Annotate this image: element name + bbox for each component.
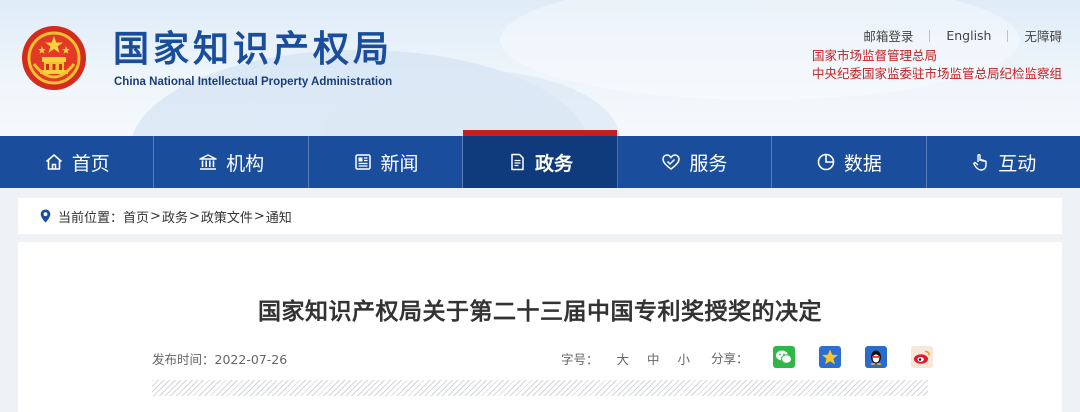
share-qq-button[interactable]	[864, 346, 887, 368]
institution-icon	[199, 154, 217, 170]
qq-penguin-icon	[870, 350, 881, 365]
national-emblem-logo	[22, 26, 86, 90]
nav-item-interact[interactable]: 互动	[927, 136, 1080, 188]
samr-link[interactable]: 国家市场监督管理总局	[812, 47, 1062, 65]
publish-info: 发布时间：2022-07-26	[152, 349, 287, 368]
mail-login-link[interactable]: 邮箱登录	[863, 26, 913, 45]
article-panel: 国家知识产权局关于第二十三届中国专利奖授奖的决定 发布时间：2022-07-26…	[18, 242, 1062, 412]
interact-hand-icon	[973, 154, 987, 171]
nav-item-label: 新闻	[380, 152, 419, 175]
font-size-controls: 字号： 大 中 小	[561, 349, 690, 368]
publish-label: 发布时间：	[152, 352, 215, 367]
article-title: 国家知识产权局关于第二十三届中国专利奖授奖的决定	[258, 299, 822, 325]
logo-title-en[interactable]: China National Intellectual Property Adm…	[114, 76, 392, 88]
breadcrumb-notices[interactable]: 通知	[266, 207, 292, 226]
accessibility-link[interactable]: 无障碍	[1024, 26, 1062, 45]
qzone-star-icon	[821, 349, 838, 365]
font-size-medium-button[interactable]: 中	[647, 349, 660, 368]
breadcrumb-home[interactable]: 首页	[123, 207, 149, 226]
nav-item-home[interactable]: 首页	[0, 136, 155, 188]
weibo-icon	[913, 350, 930, 364]
share-qzone-button[interactable]	[818, 346, 841, 368]
divider	[1007, 29, 1009, 42]
breadcrumb-policy-documents[interactable]: 政策文件	[201, 207, 253, 226]
english-link[interactable]: English	[946, 28, 991, 43]
nav-item-label: 互动	[998, 152, 1037, 175]
logo-title-cn[interactable]: 国家知识产权局	[113, 28, 393, 72]
nav-item-label: 首页	[71, 152, 110, 175]
location-pin-icon	[40, 209, 51, 223]
top-links: 邮箱登录 English 无障碍	[863, 26, 1062, 45]
font-size-label: 字号：	[561, 352, 599, 367]
breadcrumb: 当前位置： 首页 > 政务 > 政策文件 > 通知	[18, 198, 1062, 234]
nav-item-news[interactable]: 新闻	[309, 136, 464, 188]
site-header: 国家知识产权局 China National Intellectual Prop…	[0, 0, 1080, 136]
document-icon	[511, 153, 524, 171]
main-nav: 首页 机构 新闻 政务 服务 数据 互动	[0, 130, 1080, 188]
nav-item-label: 机构	[226, 152, 265, 175]
nav-item-label: 政务	[534, 152, 573, 175]
share-wechat-button[interactable]	[772, 346, 795, 368]
wechat-icon	[775, 350, 792, 364]
nav-item-data[interactable]: 数据	[772, 136, 927, 188]
publish-date: 2022-07-26	[214, 352, 288, 367]
nav-item-government-affairs[interactable]: 政务	[463, 130, 618, 188]
font-size-large-button[interactable]: 大	[617, 349, 630, 368]
hatched-divider	[152, 380, 928, 396]
nav-item-service[interactable]: 服务	[618, 136, 773, 188]
nav-item-label: 服务	[689, 152, 728, 175]
nav-item-label: 数据	[843, 152, 882, 175]
service-icon	[662, 154, 681, 170]
parent-org-links: 国家市场监督管理总局 中央纪委国家监委驻市场监管总局纪检监察组	[812, 47, 1062, 83]
share-controls: 分享：	[711, 346, 933, 368]
nav-item-institution[interactable]: 机构	[154, 136, 309, 188]
font-size-small-button[interactable]: 小	[678, 349, 691, 368]
discipline-group-link[interactable]: 中央纪委国家监委驻市场监管总局纪检监察组	[812, 65, 1062, 83]
home-icon	[45, 154, 62, 170]
breadcrumb-separator: >	[150, 208, 161, 224]
news-icon	[354, 154, 371, 170]
breadcrumb-prefix: 当前位置：	[58, 210, 124, 226]
data-pie-icon	[817, 153, 835, 171]
share-weibo-button[interactable]	[910, 346, 933, 368]
breadcrumb-separator: >	[253, 208, 265, 224]
breadcrumb-separator: >	[188, 208, 200, 224]
breadcrumb-government-affairs[interactable]: 政务	[162, 207, 188, 226]
share-label: 分享：	[711, 350, 749, 366]
divider	[929, 29, 931, 42]
